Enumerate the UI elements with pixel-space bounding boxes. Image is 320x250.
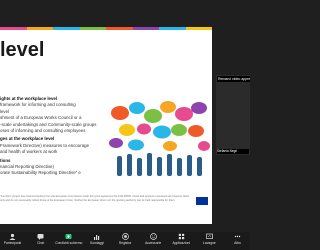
bullet-text: orate Sustainability Reporting Directive… [0,170,81,176]
toolbar-chat-button[interactable]: Chat [28,232,53,250]
toolbar-label: Applicazioni [172,241,191,245]
stripe-segment [185,27,212,30]
participants-icon [9,233,16,240]
slide-title: level [0,39,45,61]
toolbar-label: Lavagne [203,241,216,245]
slide-footnote: "Junction" project has received funding … [0,195,190,202]
eu-flag-icon [196,197,208,205]
participant-name: Stefania Negri [217,149,249,154]
toolbar-poll-button[interactable]: Sondaggi [84,232,109,250]
toolbar-record-button[interactable]: Registra [113,232,138,250]
participant-video-tile[interactable]: Remarci video apprendi Stefania Negri [216,75,250,155]
toolbar-reactions-button[interactable]: Accessorie [141,232,166,250]
share-screen-icon [65,234,72,239]
reactions-icon [149,233,157,240]
toolbar-label: Altro [234,241,241,245]
toolbar-label: Sondaggi [89,241,104,245]
video-tile-label: Remarci video apprendi [217,76,250,82]
toolbar-label: Accessorie [145,241,162,245]
apps-icon [178,233,184,240]
stripe-segment [0,27,27,30]
toolbar-participants-button[interactable]: Partecipanti [0,232,25,250]
raised-hands-illustration [117,153,202,176]
bullet-text: oses of informing and consulting employe… [0,128,86,134]
chat-icon [37,234,44,240]
whiteboard-icon [206,233,213,239]
stripe-segment [159,27,186,30]
toolbar-more-button[interactable]: Altro [225,232,250,250]
more-icon [234,235,241,238]
stripe-segment [132,27,160,30]
stripe-segment [26,27,54,30]
poll-icon [94,235,100,240]
toolbar-label: Condividi schermo [55,241,83,245]
record-icon [121,233,129,240]
toolbar-apps-button[interactable]: Applicazioni [169,232,194,250]
meeting-toolbar: Partecipanti Chat Condividi schermo Sondagg… [0,232,250,250]
toolbar-share-screen-button[interactable]: Condividi schermo [55,232,83,250]
presentation-slide: level ights at the workplace level framew… [0,27,212,224]
stripe-segment [79,27,107,30]
toolbar-label: Registra [118,241,132,245]
stripe-segment [106,27,133,30]
stripe-segment [53,27,80,30]
toolbar-whiteboard-button[interactable]: Lavagne [197,232,222,250]
slide-bullet-list: ights at the workplace level framework fo… [0,96,108,177]
toolbar-label: Partecipanti [3,241,22,245]
bullet-text: and health of workers at work [0,149,58,155]
toolbar-label: Chat [37,241,45,245]
